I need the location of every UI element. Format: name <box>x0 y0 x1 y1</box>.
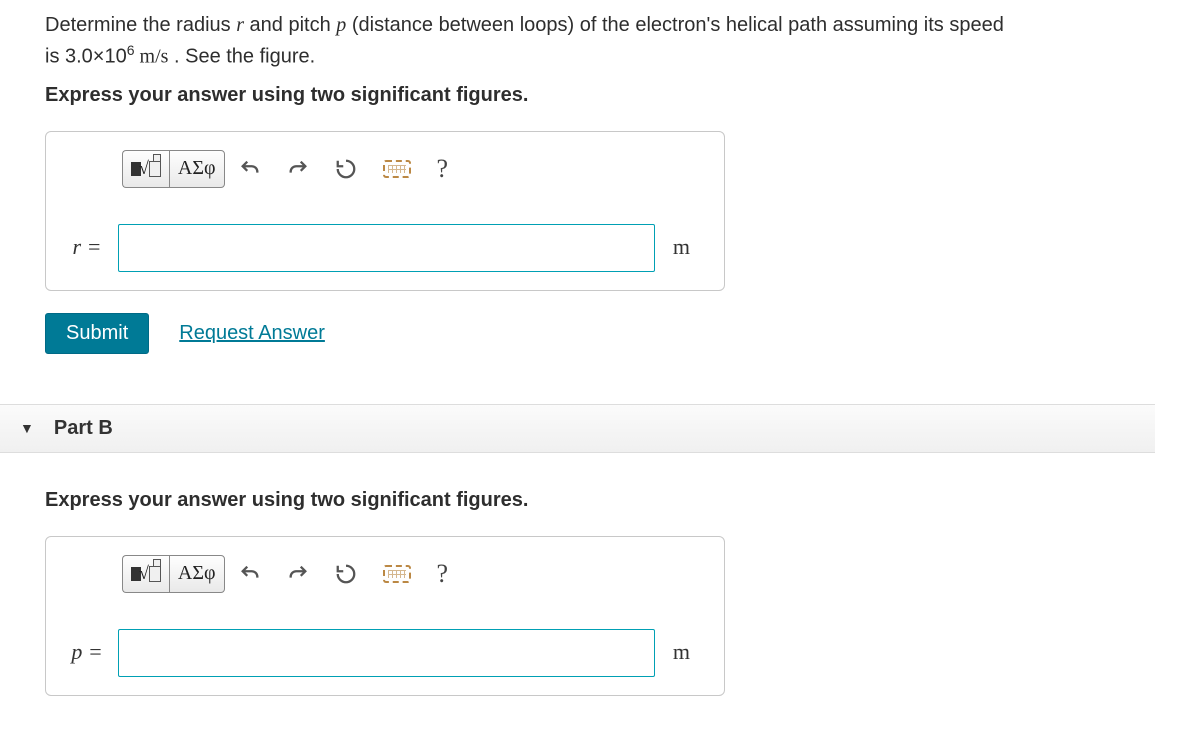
q-units: m/s <box>135 46 169 68</box>
redo-button[interactable] <box>275 150 321 188</box>
unit-p: m <box>655 639 690 677</box>
keyboard-icon <box>383 565 411 583</box>
help-icon: ? <box>437 559 449 589</box>
q-var-r: r <box>236 14 244 36</box>
reset-button-b[interactable] <box>323 555 369 593</box>
undo-icon <box>239 563 261 585</box>
help-icon: ? <box>437 154 449 184</box>
toolbar-b: √ ΑΣφ <box>118 555 655 593</box>
reset-icon <box>335 158 357 180</box>
instruction-a: Express your answer using two significan… <box>45 84 1155 107</box>
reset-icon <box>335 563 357 585</box>
answer-input-r[interactable] <box>118 224 655 272</box>
keyboard-button-b[interactable] <box>371 555 423 593</box>
help-button[interactable]: ? <box>425 150 461 188</box>
reset-button[interactable] <box>323 150 369 188</box>
greek-button-b[interactable]: ΑΣφ <box>169 555 225 593</box>
submit-button[interactable]: Submit <box>45 313 149 354</box>
part-b-title: Part B <box>54 417 113 440</box>
templates-button-b[interactable]: √ <box>122 555 169 593</box>
redo-icon <box>287 563 309 585</box>
keyboard-button[interactable] <box>371 150 423 188</box>
q-text-1: Determine the radius <box>45 14 236 36</box>
q-text-5: . See the figure. <box>168 46 315 68</box>
templates-icon: √ <box>131 158 161 179</box>
redo-button-b[interactable] <box>275 555 321 593</box>
answer-box-a: r = √ ΑΣφ <box>45 131 725 291</box>
question-text: Determine the radius r and pitch p (dist… <box>45 10 1155 72</box>
undo-button-b[interactable] <box>227 555 273 593</box>
q-text-4: is 3.0×10 <box>45 46 127 68</box>
answer-box-b: p = √ ΑΣφ <box>45 536 725 696</box>
greek-button[interactable]: ΑΣφ <box>169 150 225 188</box>
toolbar-a: √ ΑΣφ ? <box>118 150 655 188</box>
instruction-b: Express your answer using two significan… <box>45 489 1155 512</box>
redo-icon <box>287 158 309 180</box>
help-button-b[interactable]: ? <box>425 555 461 593</box>
q-var-p: p <box>336 14 346 36</box>
templates-button[interactable]: √ <box>122 150 169 188</box>
q-exponent: 6 <box>127 42 135 58</box>
part-b-header[interactable]: ▼ Part B <box>0 404 1155 453</box>
undo-icon <box>239 158 261 180</box>
q-text-2: and pitch <box>244 14 336 36</box>
caret-down-icon: ▼ <box>20 420 34 436</box>
templates-icon: √ <box>131 563 161 584</box>
request-answer-link[interactable]: Request Answer <box>179 322 325 345</box>
var-label-p: p = <box>56 639 118 677</box>
undo-button[interactable] <box>227 150 273 188</box>
q-text-3: (distance between loops) of the electron… <box>346 14 1004 36</box>
answer-input-p[interactable] <box>118 629 655 677</box>
unit-r: m <box>655 234 690 272</box>
keyboard-icon <box>383 160 411 178</box>
var-label-r: r = <box>56 234 118 272</box>
